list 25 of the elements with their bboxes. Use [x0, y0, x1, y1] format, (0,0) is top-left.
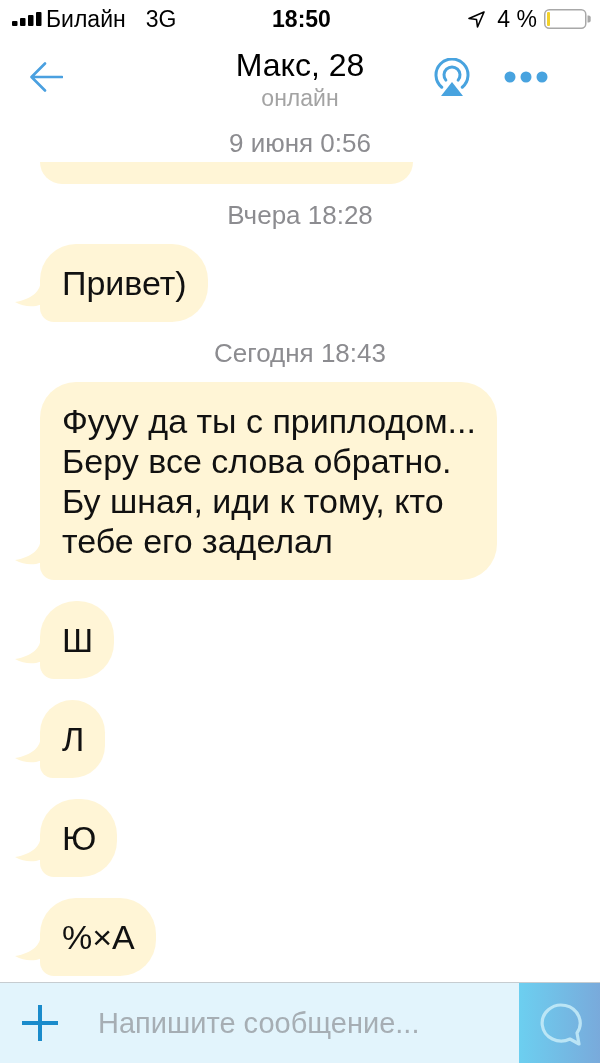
- message-text: Привет): [62, 263, 187, 303]
- more-icon[interactable]: [504, 71, 548, 83]
- date-label: Сегодня 18:43: [214, 340, 386, 366]
- message-text: %×А: [62, 917, 135, 957]
- carrier-name: Билайн: [46, 5, 126, 33]
- clock-time: 18:50: [272, 5, 331, 33]
- date-label: 9 июня 0:56: [229, 130, 371, 156]
- add-button[interactable]: [0, 983, 80, 1063]
- location-arrow-icon: [468, 10, 486, 28]
- message-text: Ю: [62, 818, 97, 858]
- message-text: Л: [62, 719, 85, 759]
- message-input[interactable]: Напишите сообщение...: [80, 983, 519, 1063]
- battery-icon: [544, 9, 591, 29]
- date-label: Вчера 18:28: [227, 202, 373, 228]
- online-status: онлайн: [261, 85, 339, 111]
- message-text: Ш: [62, 620, 94, 660]
- battery-percent: 4 %: [497, 5, 537, 33]
- broadcast-icon[interactable]: [433, 58, 471, 96]
- message-text: Фууу да ты с приплодом... Беру все слова обратно. Бу шная, иди к тому, кто тебе его заделал: [62, 401, 476, 561]
- back-arrow-icon[interactable]: [30, 62, 63, 92]
- network-type: 3G: [145, 5, 177, 33]
- plus-icon: [22, 1005, 58, 1041]
- contact-name: Макс, 28: [235, 48, 365, 82]
- send-button[interactable]: [519, 983, 600, 1063]
- signal-bars-icon: [12, 12, 42, 26]
